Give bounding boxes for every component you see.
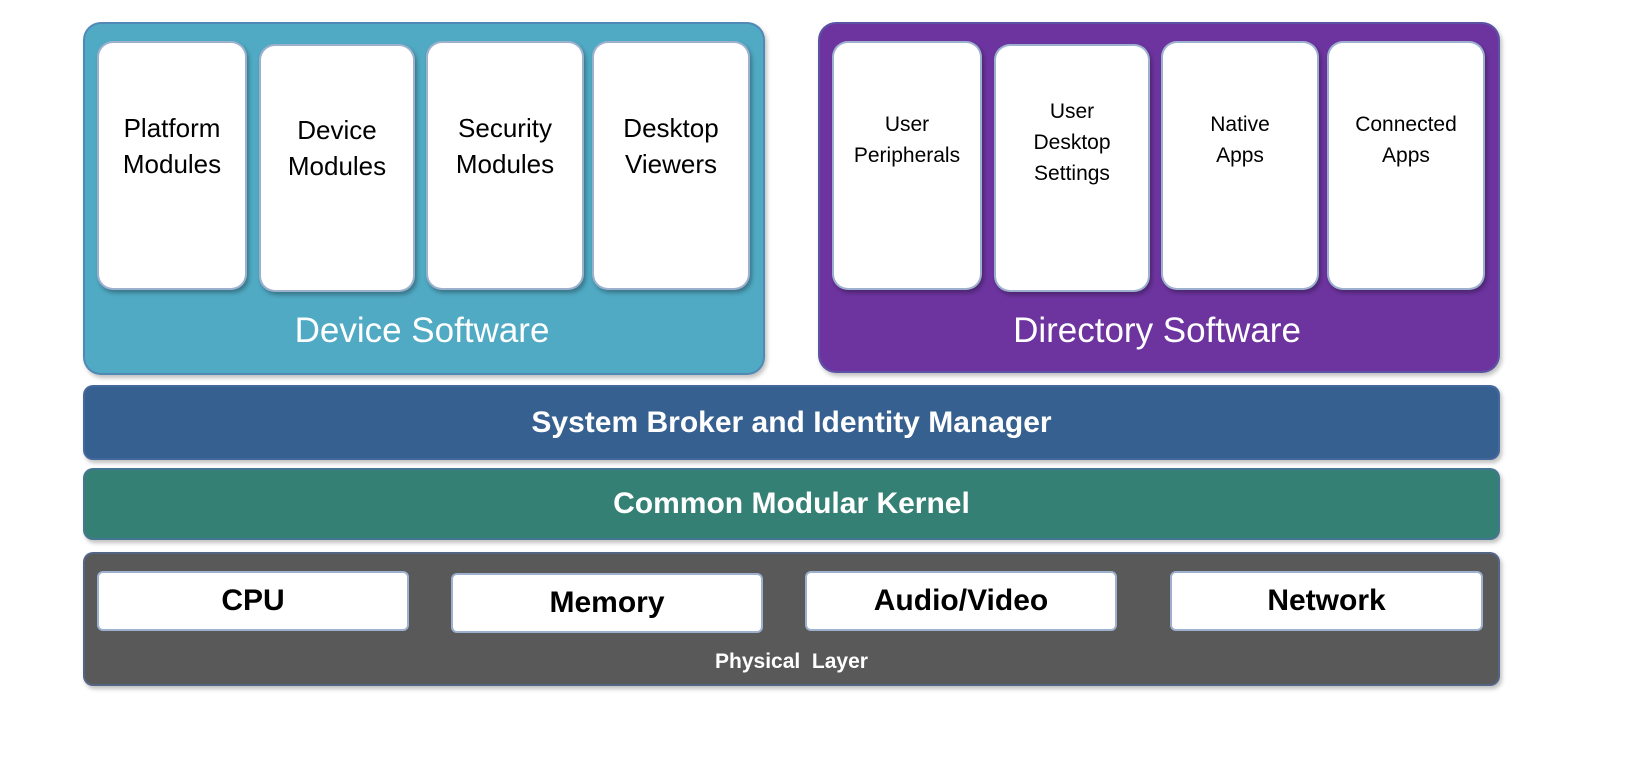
- physical-layer-panel: CPU Memory Audio/Video Network Physical …: [83, 552, 1500, 686]
- audio-video-box: Audio/Video: [805, 571, 1117, 631]
- device-software-panel: Platform Modules Device Modules Security…: [83, 22, 765, 375]
- device-software-label: Device Software: [294, 311, 550, 350]
- network-box: Network: [1170, 571, 1483, 631]
- memory-box: Memory: [451, 573, 763, 633]
- directory-software-label: Directory Software: [1013, 311, 1301, 350]
- physical-layer-label: Physical Layer: [715, 650, 868, 673]
- directory-software-panel: User Peripherals User Desktop Settings N…: [818, 22, 1500, 373]
- platform-modules-box: Platform Modules: [97, 41, 247, 290]
- user-desktop-settings-box: User Desktop Settings: [994, 44, 1150, 292]
- security-modules-box: Security Modules: [426, 41, 584, 290]
- desktop-viewers-box: Desktop Viewers: [592, 41, 750, 290]
- connected-apps-box: Connected Apps: [1327, 41, 1485, 290]
- device-modules-box: Device Modules: [259, 44, 415, 292]
- cpu-box: CPU: [97, 571, 409, 631]
- system-broker-bar: System Broker and Identity Manager: [83, 385, 1500, 460]
- native-apps-box: Native Apps: [1161, 41, 1319, 290]
- user-peripherals-box: User Peripherals: [832, 41, 982, 290]
- common-modular-kernel-bar: Common Modular Kernel: [83, 468, 1500, 540]
